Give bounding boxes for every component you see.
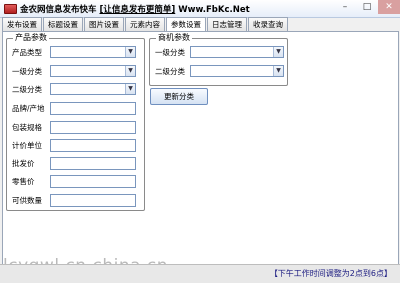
close-icon[interactable]: ✕ (378, 0, 400, 14)
tab-image-settings[interactable]: 图片设置 (84, 17, 124, 31)
available-quantity-label: 可供数量 (12, 196, 42, 205)
window-controls: – □ ✕ (334, 0, 400, 14)
status-message: 【下午工作时间调整为2点到6点】 (269, 269, 392, 278)
retail-price-label: 零售价 (12, 177, 35, 186)
product-type-label: 产品类型 (12, 48, 42, 57)
maximize-icon[interactable]: □ (356, 0, 378, 14)
title-suffix: Www.FbKc.Net (175, 5, 250, 15)
product-params-legend: 产品参数 (13, 33, 49, 43)
chevron-down-icon[interactable]: ▼ (125, 66, 135, 76)
business-level1-select[interactable]: ▼ (190, 46, 284, 58)
business-level2-label: 二级分类 (155, 67, 185, 76)
package-spec-field[interactable] (50, 121, 136, 134)
chevron-down-icon[interactable]: ▼ (125, 47, 135, 57)
update-category-button[interactable]: 更新分类 (150, 88, 208, 105)
tab-index-query[interactable]: 收录查询 (248, 17, 288, 31)
chevron-down-icon[interactable]: ▼ (125, 84, 135, 94)
brand-origin-field[interactable] (50, 102, 136, 115)
product-level2-select[interactable]: ▼ (50, 83, 136, 95)
pricing-unit-label: 计价单位 (12, 141, 42, 150)
package-spec-label: 包装规格 (12, 123, 42, 132)
window-title: 金农网信息发布快车 [让信息发布更简单] Www.FbKc.Net (20, 3, 250, 15)
wholesale-price-field[interactable] (50, 157, 136, 170)
title-link[interactable]: [让信息发布更简单] (99, 5, 175, 15)
pricing-unit-field[interactable] (50, 139, 136, 152)
chevron-down-icon[interactable]: ▼ (273, 66, 283, 76)
product-level1-select[interactable]: ▼ (50, 65, 136, 77)
wholesale-price-label: 批发价 (12, 159, 35, 168)
chevron-down-icon[interactable]: ▼ (273, 47, 283, 57)
product-level1-label: 一级分类 (12, 67, 42, 76)
title-bar: 金农网信息发布快车 [让信息发布更简单] Www.FbKc.Net – □ ✕ (0, 0, 400, 18)
tab-param-settings[interactable]: 参数设置 (166, 17, 206, 32)
tab-element-content[interactable]: 元素内容 (125, 17, 165, 31)
tab-title-settings[interactable]: 标题设置 (43, 17, 83, 31)
product-type-select[interactable]: ▼ (50, 46, 136, 58)
business-level1-label: 一级分类 (155, 48, 185, 57)
tab-log-management[interactable]: 日志管理 (207, 17, 247, 31)
business-params-legend: 商机参数 (156, 33, 192, 43)
tab-publish-settings[interactable]: 发布设置 (2, 17, 42, 31)
status-bar: 【下午工作时间调整为2点到6点】 (0, 264, 400, 283)
business-level2-select[interactable]: ▼ (190, 65, 284, 77)
minimize-icon[interactable]: – (334, 0, 356, 14)
app-icon (4, 4, 17, 14)
retail-price-field[interactable] (50, 175, 136, 188)
available-quantity-field[interactable] (50, 194, 136, 207)
brand-origin-label: 品牌/产地 (12, 104, 45, 113)
title-prefix: 金农网信息发布快车 (20, 5, 100, 15)
settings-panel: 产品参数 产品类型 ▼ 一级分类 ▼ 二级分类 ▼ 品牌/产地 包装规格 计价单… (2, 31, 399, 265)
product-level2-label: 二级分类 (12, 85, 42, 94)
tab-strip: 发布设置 标题设置 图片设置 元素内容 参数设置 日志管理 收录查询 (2, 17, 289, 32)
